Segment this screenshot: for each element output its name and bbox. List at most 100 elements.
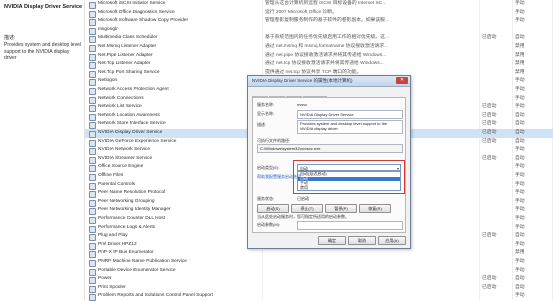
- service-gear-icon: [89, 294, 96, 301]
- ok-button[interactable]: 确定: [318, 236, 346, 245]
- service-row[interactable]: msgooglr: [85, 26, 553, 35]
- selected-service-title: NVIDIA Display Driver Service: [4, 4, 83, 10]
- service-name-cell: NVIDIA Streamer Service: [98, 155, 153, 161]
- service-row[interactable]: PNRP Machine Name Publication Service手动本…: [85, 258, 553, 267]
- service-name-cell: Office Source Engine: [98, 164, 144, 170]
- startup-type-select[interactable]: 自动 ▾: [297, 164, 401, 171]
- service-startup-cell: 禁用: [515, 44, 525, 49]
- startup-option-disabled[interactable]: 禁用: [298, 185, 400, 191]
- service-name-cell: Network Location Awareness: [98, 112, 160, 118]
- cancel-button[interactable]: 取消: [348, 236, 376, 245]
- service-status-value: 已启动: [297, 196, 309, 201]
- service-startup-cell: 手动: [515, 164, 525, 170]
- service-startup-cell: 手动: [515, 87, 525, 92]
- help-config-link[interactable]: 帮助我配置服务启动选项。: [257, 174, 305, 180]
- service-name-cell: NVIDIA GeForce Experience Service: [98, 138, 177, 144]
- service-startup-cell: 禁用: [515, 69, 525, 75]
- service-description-cell: 管理卷影复制服务制作的基于软件的卷影副本。如果该服...: [265, 18, 389, 24]
- service-row[interactable]: Net.Tcp Listener Adapter 通过 net.tcp 协议接收激…: [85, 60, 553, 70]
- service-status-cell: 已启动: [482, 130, 497, 135]
- selected-service-description: Provides system and desktop level suppor…: [4, 42, 81, 61]
- service-row[interactable]: Print Spooler已启动自动本地系统: [85, 284, 553, 293]
- service-startup-cell: 手动: [515, 173, 525, 178]
- service-name-cell: Parental Controls: [98, 181, 136, 187]
- service-row[interactable]: Microsoft Software Shadow Copy Provider 管…: [85, 17, 553, 27]
- service-name-cell: Portable Device Enumerator Service: [98, 267, 176, 273]
- service-startup-cell: 手动: [515, 190, 525, 196]
- service-status-cell: 已启动: [482, 284, 497, 290]
- service-startup-cell: 手动: [515, 1, 525, 6]
- service-startup-cell: 自动: [515, 121, 525, 127]
- resume-button[interactable]: 恢复(R): [359, 204, 391, 213]
- service-status-cell: 已启动: [482, 276, 497, 282]
- service-name-cell: PnP-X IP Bus Enumerator: [98, 250, 154, 256]
- service-status-label: 服务状态:: [257, 196, 275, 201]
- service-name-cell: Net.Pipe Listener Adapter: [98, 52, 153, 58]
- start-button[interactable]: 启动(S): [257, 204, 289, 213]
- service-status-cell: 已启动: [482, 104, 497, 110]
- pause-button[interactable]: 暂停(P): [325, 204, 357, 213]
- service-name-cell: Network List Service: [98, 104, 142, 110]
- service-startup-cell: 手动: [515, 207, 525, 213]
- service-status-cell: 已启动: [482, 155, 497, 161]
- start-params-label: 启动参数(M):: [257, 222, 281, 227]
- service-row[interactable]: Net.Msmq Listener Adapter 通过 net.msmq 和 m…: [85, 43, 553, 52]
- service-startup-cell: 手动: [515, 259, 525, 264]
- service-name-cell: Offline Files: [98, 173, 124, 178]
- service-name-cell: Network Store Interface Service: [98, 121, 166, 127]
- service-row[interactable]: Portable Device Enumerator Service手动本地系统: [85, 267, 553, 276]
- close-icon[interactable]: ✕: [396, 77, 408, 84]
- path-value: C:\Windows\system32\nvvsvc.exe: [260, 146, 321, 151]
- service-startup-cell: 手动: [515, 181, 525, 187]
- description-pane: NVIDIA Display Driver Service 描述: Provid…: [0, 0, 85, 300]
- service-name-cell: Net.Tcp Port Sharing Service: [98, 69, 160, 75]
- service-startup-cell: 手动: [515, 9, 525, 15]
- service-name-cell: Print Spooler: [98, 284, 126, 290]
- start-params-note: 当从此处启动服务时，您可指定所适用的启动参数。: [257, 214, 349, 219]
- service-name-cell: Network Connections: [98, 95, 144, 101]
- service-name-label: 服务名称:: [257, 102, 275, 107]
- service-description-cell: 通过 net.tcp 协议接收激活请求并将其传递给 Windows...: [265, 61, 384, 67]
- service-status-cell: 已启动: [482, 112, 497, 118]
- service-startup-cell: 自动: [515, 112, 525, 118]
- service-status-cell: 已启动: [482, 121, 497, 127]
- service-row[interactable]: Power已启动自动本地系统: [85, 275, 553, 285]
- dialog-tabs: 常规登录恢复依存关系: [252, 89, 328, 105]
- service-name-value: nvsvc: [297, 102, 308, 107]
- service-startup-cell: 手动: [515, 104, 525, 110]
- service-startup-cell: 手动: [515, 95, 525, 101]
- service-startup-cell: 自动: [515, 138, 525, 144]
- dialog-title-bar[interactable]: NVIDIA Display Driver Service 的属性(本地计算机)…: [248, 76, 410, 87]
- display-name-value: NVIDIA Display Driver Service: [300, 112, 354, 117]
- description-field[interactable]: Provides system and desktop level suppor…: [297, 120, 403, 134]
- startup-type-label: 启动类型(E):: [257, 165, 280, 170]
- service-status-cell: 已启动: [482, 35, 497, 41]
- service-name-cell: Power: [98, 276, 112, 282]
- service-startup-cell: 自动: [515, 284, 525, 290]
- service-row[interactable]: Net.Pipe Listener Adapter 通过 net.pipe 协议接…: [85, 52, 553, 61]
- service-startup-cell: 手动: [515, 147, 525, 153]
- dialog-title: NVIDIA Display Driver Service 的属性(本地计算机): [252, 78, 353, 83]
- service-name-cell: Net.Msmq Listener Adapter: [98, 44, 157, 49]
- description-label: 描述:: [4, 35, 16, 41]
- general-panel: 服务名称: nvsvc 显示名称: NVIDIA Display Driver …: [252, 97, 406, 233]
- service-row[interactable]: PnP-X IP Bus Enumerator禁用本地系统: [85, 249, 553, 259]
- service-row[interactable]: Microsoft Office Diagnostics Service 运行 2…: [85, 9, 553, 18]
- service-row[interactable]: Microsoft iSCSI Initiator Service 管理从这台计算…: [85, 0, 553, 9]
- path-field: C:\Windows\system32\nvvsvc.exe: [257, 144, 403, 153]
- service-description-cell: 通过 net.pipe 协议接收激活请求并将其传递给 Windows...: [265, 52, 387, 58]
- service-name-cell: Microsoft Software Shadow Copy Provider: [98, 18, 189, 24]
- display-name-field[interactable]: NVIDIA Display Driver Service: [297, 110, 403, 119]
- service-status-cell: 已启动: [482, 138, 497, 144]
- service-status-cell: 已启动: [482, 233, 497, 239]
- service-row[interactable]: Multimedia Class Scheduler 基于系统范围内的任务优先级启…: [85, 34, 553, 44]
- service-startup-cell: 禁用: [515, 52, 525, 58]
- service-name-cell: NVIDIA Display Driver Service: [98, 130, 163, 135]
- service-startup-cell: 禁用: [515, 61, 525, 67]
- service-name-cell: Peer Networking Identity Manager: [98, 207, 171, 213]
- start-params-input[interactable]: [297, 221, 403, 230]
- service-name-cell: Peer Name Resolution Protocol: [98, 190, 166, 196]
- service-description-cell: 管理从这台计算机到远程 iSCSI 目标设备的 Internet SC...: [265, 1, 387, 6]
- apply-button[interactable]: 应用(A): [378, 236, 406, 245]
- stop-button[interactable]: 停止(T): [291, 204, 323, 213]
